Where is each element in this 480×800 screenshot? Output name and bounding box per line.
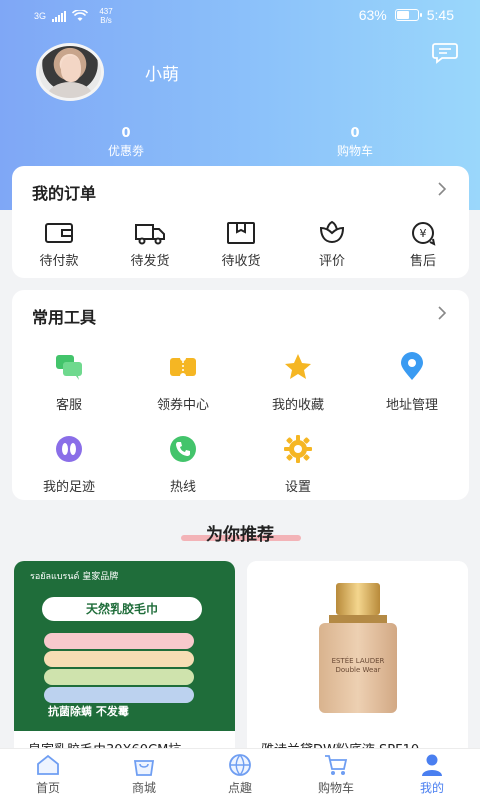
network-type: 3G [34, 10, 47, 21]
chevron-right-icon[interactable] [437, 306, 447, 320]
product-image-foundation: ESTÉE LAUDER Double Wear [247, 561, 468, 731]
svg-text:¥: ¥ [420, 227, 427, 240]
battery-percent: 63% [358, 7, 387, 23]
product-card-towel[interactable]: รอยัลแบรนด์ 皇家品牌 天然乳胶毛巾 抗菌除螨 不发霉 皇家乳胶毛巾3… [14, 561, 235, 761]
wallet-icon [45, 223, 73, 243]
wifi-icon [72, 10, 89, 21]
status-bar: 3G 437 B/s 63% 5:45 [0, 0, 480, 32]
network-speed: 437 B/s [99, 7, 113, 25]
cart-icon [325, 755, 348, 775]
tool-settings[interactable]: 设置 [248, 434, 348, 495]
chat-icon [56, 355, 82, 380]
tool-coupon-center[interactable]: 领券中心 [133, 352, 233, 413]
order-pending-payment[interactable]: 待付款 [24, 220, 94, 269]
truck-icon [135, 224, 165, 245]
orders-card: 我的订单 待付款 待发货 待收货 评价 ¥ 售后 [12, 166, 469, 278]
tab-mall[interactable]: 商城 [96, 753, 192, 796]
location-icon [401, 352, 423, 380]
bottom-tab-bar: 首页 商城 点趣 购物车 我的 [0, 748, 480, 800]
order-review[interactable]: 评价 [297, 220, 367, 269]
tool-address[interactable]: 地址管理 [362, 352, 462, 413]
coupon-icon [170, 355, 196, 379]
order-pending-receipt[interactable]: 待收货 [206, 220, 276, 269]
phone-icon [170, 436, 196, 462]
gear-icon [284, 435, 312, 463]
shopping-bag-icon [133, 760, 155, 776]
tab-cart[interactable]: 购物车 [288, 753, 384, 796]
package-icon [227, 222, 255, 244]
tab-mine[interactable]: 我的 [384, 753, 480, 796]
tool-hotline[interactable]: 热线 [133, 434, 233, 495]
tool-customer-service[interactable]: 客服 [19, 352, 119, 413]
star-icon [285, 354, 311, 379]
message-icon[interactable] [432, 42, 458, 64]
cart-stat[interactable]: 0 购物车 [315, 126, 395, 160]
tool-footprint[interactable]: 我的足迹 [19, 434, 119, 495]
signal-icon [52, 10, 67, 22]
order-after-sales[interactable]: ¥ 售后 [388, 220, 458, 269]
footprint-icon [56, 436, 82, 462]
globe-icon [229, 754, 251, 776]
cart-count: 0 [350, 126, 360, 141]
coupon-stat[interactable]: 0 优惠劵 [86, 126, 166, 160]
tool-favorites[interactable]: 我的收藏 [248, 352, 348, 413]
user-name[interactable]: 小萌 [145, 60, 179, 85]
avatar[interactable] [36, 43, 104, 101]
tools-title: 常用工具 [32, 308, 97, 327]
coupon-count: 0 [121, 126, 131, 141]
recommend-title: 为你推荐 [206, 525, 274, 545]
flower-icon [319, 220, 345, 244]
tab-dianqu[interactable]: 点趣 [192, 753, 288, 796]
cart-label: 购物车 [336, 144, 373, 158]
battery-icon [394, 9, 422, 21]
product-image-towel: รอยัลแบรนด์ 皇家品牌 天然乳胶毛巾 抗菌除螨 不发霉 [14, 561, 235, 731]
home-icon [37, 754, 59, 775]
chevron-right-icon[interactable] [437, 182, 447, 196]
tools-card: 常用工具 客服 领券中心 我的收藏 地址管理 我的足迹 热线 设置 [12, 290, 469, 500]
orders-title: 我的订单 [32, 184, 97, 203]
user-icon [422, 754, 442, 776]
clock: 5:45 [426, 7, 454, 23]
yen-return-icon: ¥ [412, 222, 436, 246]
tab-home[interactable]: 首页 [0, 753, 96, 796]
order-pending-shipment[interactable]: 待发货 [115, 220, 185, 269]
product-card-foundation[interactable]: ESTÉE LAUDER Double Wear 雅诗兰黛DW粉底液 SPF10 [247, 561, 468, 761]
coupon-label: 优惠劵 [107, 144, 144, 158]
